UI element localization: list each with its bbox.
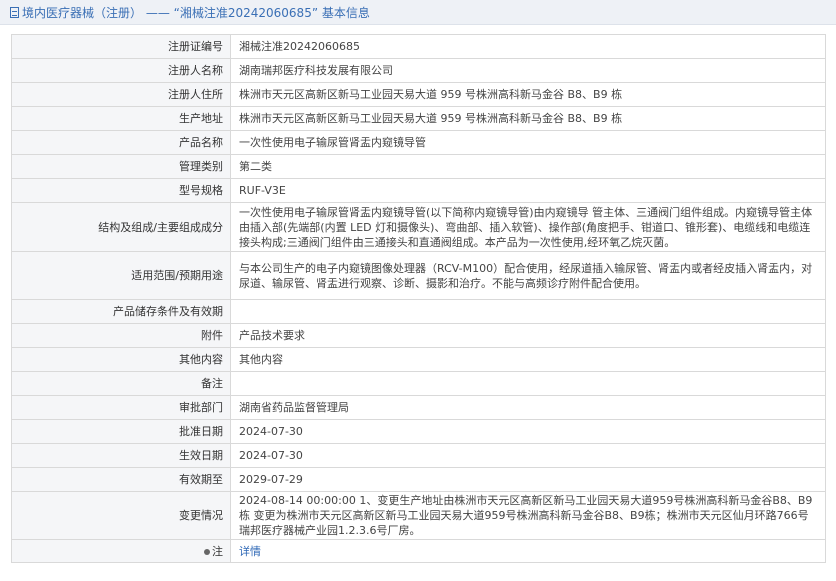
- row-label: 生效日期: [11, 443, 231, 468]
- row-value: 2029-07-29: [230, 467, 826, 492]
- table-row: 产品名称 一次性使用电子输尿管肾盂内窥镜导管: [11, 130, 826, 155]
- note-label-cell: 注: [11, 539, 231, 563]
- table-row: 注册人名称 湖南瑞邦医疗科技发展有限公司: [11, 58, 826, 83]
- table-row: 批准日期 2024-07-30: [11, 419, 826, 444]
- row-label: 注册证编号: [11, 34, 231, 59]
- row-value: 第二类: [230, 154, 826, 179]
- note-label: 注: [212, 544, 223, 558]
- row-label: 生产地址: [11, 106, 231, 131]
- table-row: 生产地址 株洲市天元区高新区新马工业园天易大道 959 号株洲高科新马金谷 B8…: [11, 106, 826, 131]
- row-value: 2024-07-30: [230, 419, 826, 444]
- row-value: 湖南瑞邦医疗科技发展有限公司: [230, 58, 826, 83]
- row-value: 2024-07-30: [230, 443, 826, 468]
- row-value: [230, 371, 826, 396]
- row-label: 注册人住所: [11, 82, 231, 107]
- row-value: RUF-V3E: [230, 178, 826, 203]
- table-row: 生效日期 2024-07-30: [11, 443, 826, 468]
- note-value-cell: 详情: [230, 539, 826, 563]
- info-table: 注册证编号 湘械注准20242060685 注册人名称 湖南瑞邦医疗科技发展有限…: [11, 34, 826, 563]
- row-label: 型号规格: [11, 178, 231, 203]
- table-row: 附件 产品技术要求: [11, 323, 826, 348]
- row-label: 产品名称: [11, 130, 231, 155]
- table-row: 注册人住所 株洲市天元区高新区新马工业园天易大道 959 号株洲高科新马金谷 B…: [11, 82, 826, 107]
- details-link[interactable]: 详情: [239, 545, 261, 558]
- row-value: 湖南省药品监督管理局: [230, 395, 826, 420]
- row-label: 审批部门: [11, 395, 231, 420]
- table-row: 管理类别 第二类: [11, 154, 826, 179]
- row-label: 管理类别: [11, 154, 231, 179]
- row-label: 批准日期: [11, 419, 231, 444]
- row-value: 产品技术要求: [230, 323, 826, 348]
- row-label: 备注: [11, 371, 231, 396]
- row-label: 附件: [11, 323, 231, 348]
- row-label: 注册人名称: [11, 58, 231, 83]
- pin-icon: [204, 548, 210, 555]
- note-row: 注 详情: [11, 539, 826, 563]
- row-value: [230, 299, 826, 324]
- row-label: 变更情况: [11, 491, 231, 540]
- row-label: 其他内容: [11, 347, 231, 372]
- table-row: 产品储存条件及有效期: [11, 299, 826, 324]
- table-row: 型号规格 RUF-V3E: [11, 178, 826, 203]
- table-row: 注册证编号 湘械注准20242060685: [11, 34, 826, 59]
- table-row: 适用范围/预期用途 与本公司生产的电子内窥镜图像处理器（RCV-M100）配合使…: [11, 251, 826, 300]
- row-value: 株洲市天元区高新区新马工业园天易大道 959 号株洲高科新马金谷 B8、B9 栋: [230, 106, 826, 131]
- row-value: 其他内容: [230, 347, 826, 372]
- document-icon: [10, 6, 19, 18]
- row-label: 有效期至: [11, 467, 231, 492]
- row-label: 产品储存条件及有效期: [11, 299, 231, 324]
- page-header: 境内医疗器械（注册） —— “湘械注准20242060685” 基本信息: [0, 0, 836, 25]
- table-row: 审批部门 湖南省药品监督管理局: [11, 395, 826, 420]
- table-row: 其他内容 其他内容: [11, 347, 826, 372]
- table-row: 结构及组成/主要组成成分 一次性使用电子输尿管肾盂内窥镜导管(以下简称内窥镜导管…: [11, 202, 826, 252]
- row-label: 适用范围/预期用途: [11, 251, 231, 300]
- table-row: 变更情况 2024-08-14 00:00:00 1、变更生产地址由株洲市天元区…: [11, 491, 826, 540]
- row-value: 一次性使用电子输尿管肾盂内窥镜导管: [230, 130, 826, 155]
- row-value: 一次性使用电子输尿管肾盂内窥镜导管(以下简称内窥镜导管)由内窥镜导 管主体、三通…: [230, 202, 826, 252]
- row-value: 湘械注准20242060685: [230, 34, 826, 59]
- row-value: 2024-08-14 00:00:00 1、变更生产地址由株洲市天元区高新区新马…: [230, 491, 826, 540]
- row-value: 株洲市天元区高新区新马工业园天易大道 959 号株洲高科新马金谷 B8、B9 栋: [230, 82, 826, 107]
- table-row: 备注: [11, 371, 826, 396]
- row-value: 与本公司生产的电子内窥镜图像处理器（RCV-M100）配合使用，经尿道插入输尿管…: [230, 251, 826, 300]
- table-row: 有效期至 2029-07-29: [11, 467, 826, 492]
- row-label: 结构及组成/主要组成成分: [11, 202, 231, 252]
- info-table-wrapper: 注册证编号 湘械注准20242060685 注册人名称 湖南瑞邦医疗科技发展有限…: [11, 34, 826, 563]
- page-title: 境内医疗器械（注册） —— “湘械注准20242060685” 基本信息: [22, 5, 370, 20]
